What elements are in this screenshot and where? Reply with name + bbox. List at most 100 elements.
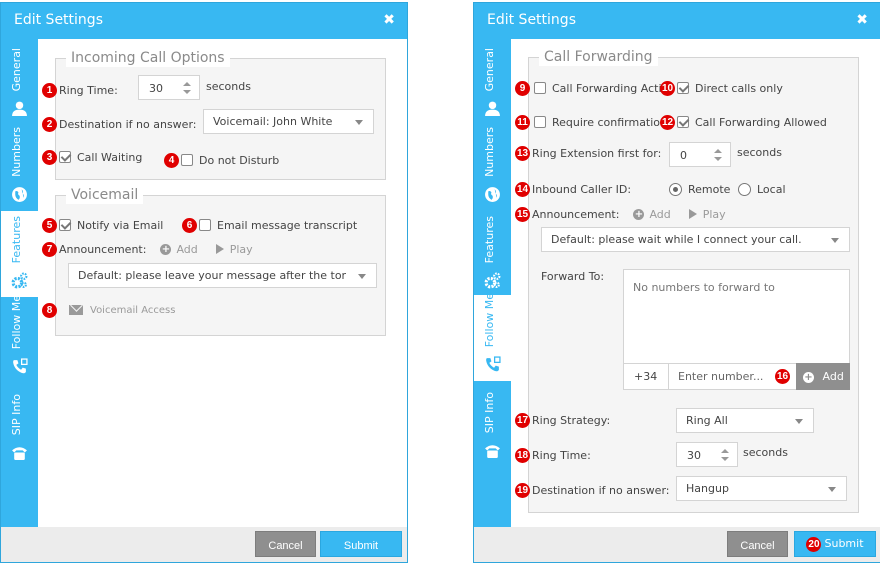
add-number-button[interactable]: + Add bbox=[796, 363, 850, 390]
local-radio[interactable] bbox=[738, 182, 751, 196]
announcement-row: 7 Announcement: + Add Play bbox=[42, 241, 253, 257]
ring-strategy-label: Ring Strategy: bbox=[532, 413, 611, 427]
plus-circle-icon: + bbox=[160, 243, 172, 255]
destination-select[interactable]: Hangup bbox=[676, 476, 847, 501]
tab-sip-info[interactable]: SIP Info bbox=[1, 383, 38, 469]
gears-icon bbox=[11, 272, 28, 289]
user-icon bbox=[485, 101, 500, 116]
dnd-row: 4 Do not Disturb bbox=[164, 152, 279, 168]
announcement-add-button[interactable]: + Add bbox=[633, 207, 671, 221]
notify-email-label: Notify via Email bbox=[77, 218, 164, 232]
do-not-disturb-label: Do not Disturb bbox=[199, 153, 280, 167]
play-icon bbox=[215, 244, 224, 254]
forwarding-announcement-select[interactable]: Default: please wait while I connect you… bbox=[541, 227, 850, 252]
caller-id-remote[interactable]: Remote bbox=[669, 181, 730, 197]
email-transcript-label: Email message transcript bbox=[217, 218, 358, 232]
voicemail-access-link[interactable]: Voicemail Access bbox=[69, 305, 175, 316]
callout-badge: 13 bbox=[515, 145, 530, 161]
callout-badge: 11 bbox=[515, 114, 530, 130]
modal-title: Edit Settings bbox=[14, 12, 103, 28]
chevron-down-icon bbox=[831, 238, 839, 243]
direct-calls-checkbox[interactable] bbox=[677, 82, 689, 94]
sidebar-tabs: General Numbers Features Follow Me SIP I… bbox=[1, 39, 38, 528]
ring-strategy-row: 17 Ring Strategy: bbox=[515, 412, 610, 428]
forwarding-allowed-checkbox[interactable] bbox=[677, 116, 689, 128]
tab-features[interactable]: Features bbox=[474, 211, 511, 297]
remote-label: Remote bbox=[688, 182, 731, 196]
announcement-add-button[interactable]: + Add bbox=[160, 242, 198, 256]
destination-select[interactable]: Voicemail: John White bbox=[203, 109, 374, 134]
forward-empty-text: No numbers to forward to bbox=[633, 281, 775, 294]
caller-id-row: 14 Inbound Caller ID: bbox=[515, 181, 631, 197]
voicemail-announcement-select[interactable]: Default: please leave your message after… bbox=[68, 263, 377, 288]
forward-to-list: No numbers to forward to +34 16 + Add bbox=[623, 269, 850, 390]
submit-button[interactable]: Submit bbox=[320, 531, 402, 557]
callout-badge: 17 bbox=[515, 412, 530, 428]
user-icon bbox=[12, 101, 27, 116]
tab-general[interactable]: General bbox=[474, 39, 511, 125]
email-transcript-checkbox[interactable] bbox=[199, 219, 211, 231]
tab-sip-info[interactable]: SIP Info bbox=[474, 381, 511, 467]
add-label: Add bbox=[649, 207, 671, 221]
do-not-disturb-checkbox[interactable] bbox=[181, 154, 193, 166]
telephone-icon bbox=[12, 447, 27, 460]
transcript-row: 6 Email message transcript bbox=[182, 217, 357, 233]
ring-time-row: 1 Ring Time: bbox=[42, 78, 118, 103]
spinner-arrows-icon[interactable] bbox=[714, 149, 722, 161]
notify-email-row: 5 Notify via Email bbox=[42, 217, 163, 233]
announcement-label: Announcement: bbox=[59, 242, 147, 256]
phone-forward-icon bbox=[486, 356, 501, 372]
call-waiting-checkbox[interactable] bbox=[59, 151, 71, 163]
tab-numbers-label: Numbers bbox=[483, 127, 496, 177]
tab-follow-me[interactable]: Follow Me bbox=[474, 293, 511, 381]
tab-features-label: Features bbox=[10, 215, 23, 263]
tab-numbers[interactable]: Numbers bbox=[1, 125, 38, 211]
cancel-button[interactable]: Cancel bbox=[255, 531, 316, 557]
edit-settings-modal-follow-me: Edit Settings ✖ General Numbers Features… bbox=[473, 2, 880, 563]
telephone-icon bbox=[485, 445, 500, 458]
modal-header: Edit Settings bbox=[474, 3, 880, 39]
ring-extension-value: 0 bbox=[680, 149, 687, 162]
chevron-down-icon bbox=[795, 419, 803, 424]
chevron-down-icon bbox=[828, 487, 836, 492]
add-label: Add bbox=[176, 242, 198, 256]
ring-extension-row: 13 Ring Extension first for: bbox=[515, 145, 661, 161]
close-icon[interactable]: ✖ bbox=[856, 12, 868, 28]
incoming-call-options-legend: Incoming Call Options bbox=[66, 49, 230, 67]
ring-time-spinner[interactable]: 30 bbox=[676, 442, 738, 467]
callout-badge: 4 bbox=[164, 152, 179, 168]
direct-calls-label: Direct calls only bbox=[695, 81, 783, 95]
tab-numbers[interactable]: Numbers bbox=[474, 125, 511, 211]
destination-row: 19 Destination if no answer: bbox=[515, 482, 669, 498]
notify-email-checkbox[interactable] bbox=[59, 219, 71, 231]
cancel-button[interactable]: Cancel bbox=[727, 531, 788, 557]
tab-follow-me[interactable]: Follow Me bbox=[1, 294, 38, 383]
spinner-arrows-icon[interactable] bbox=[721, 449, 729, 461]
add-number-label: Add bbox=[822, 370, 844, 383]
voicemail-legend: Voicemail bbox=[66, 186, 144, 204]
country-prefix[interactable]: +34 bbox=[624, 364, 669, 389]
ring-strategy-select[interactable]: Ring All bbox=[676, 408, 814, 433]
spinner-arrows-icon[interactable] bbox=[183, 82, 191, 94]
play-icon bbox=[688, 209, 697, 219]
ring-time-spinner[interactable]: 30 bbox=[138, 75, 200, 100]
callout-badge: 19 bbox=[515, 482, 530, 498]
follow-me-content: Call Forwarding 9 Call Forwarding Active… bbox=[511, 39, 880, 528]
callout-badge: 6 bbox=[182, 217, 197, 233]
remote-radio[interactable] bbox=[669, 182, 682, 196]
announcement-play-button[interactable]: Play bbox=[215, 243, 253, 256]
callout-badge: 9 bbox=[515, 80, 530, 96]
close-icon[interactable]: ✖ bbox=[383, 12, 395, 28]
require-confirmation-checkbox[interactable] bbox=[534, 116, 546, 128]
submit-button[interactable]: 20 Submit bbox=[794, 531, 876, 557]
tab-general[interactable]: General bbox=[1, 39, 38, 125]
tab-general-label: General bbox=[483, 47, 496, 91]
tab-follow-me-label: Follow Me bbox=[10, 294, 23, 349]
announcement-label: Announcement: bbox=[532, 207, 620, 221]
announcement-play-button[interactable]: Play bbox=[688, 208, 726, 221]
tab-features[interactable]: Features bbox=[1, 211, 38, 297]
caller-id-label: Inbound Caller ID: bbox=[532, 182, 632, 196]
caller-id-local[interactable]: Local bbox=[738, 181, 786, 197]
forwarding-active-checkbox[interactable] bbox=[534, 82, 546, 94]
ring-extension-spinner[interactable]: 0 bbox=[669, 142, 731, 167]
